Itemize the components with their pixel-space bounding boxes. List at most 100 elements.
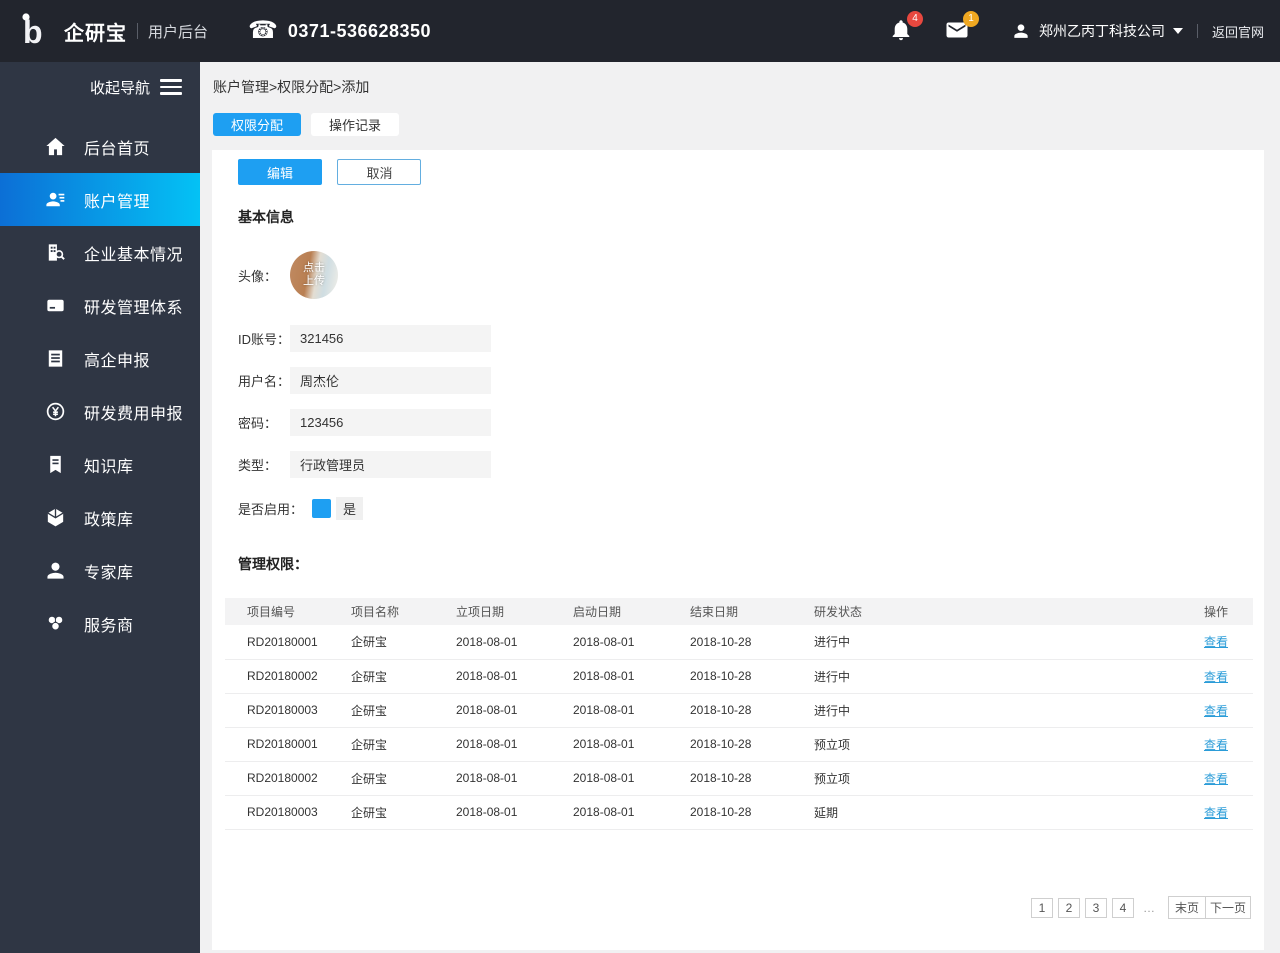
- basic-info-title: 基本信息: [238, 209, 294, 225]
- table-header-cell: 启动日期: [573, 598, 690, 625]
- sidebar-item-label: 后台首页: [84, 140, 151, 158]
- view-link[interactable]: 查看: [1204, 772, 1228, 786]
- table-cell: 2018-08-01: [456, 795, 573, 830]
- user-icon: [1014, 24, 1028, 38]
- table-cell: 2018-10-28: [690, 625, 814, 660]
- app-name: 企研宝: [64, 22, 127, 45]
- table-cell: 2018-10-28: [690, 761, 814, 796]
- table-cell: 企研宝: [351, 659, 456, 694]
- logo-area: b 企研宝 用户后台: [0, 10, 230, 52]
- sidebar: 收起导航 后台首页账户管理 企业基本情况研发管理体系 高企申报研发费用申报 知识库政策…: [0, 62, 200, 953]
- table-row: RD20180002 企研宝 2018-08-01 2018-08-01 2018-10…: [225, 659, 1253, 694]
- pagination-ellipsis: …: [1143, 900, 1156, 915]
- sidebar-item-label: 研发管理体系: [84, 299, 184, 317]
- app-root: b 企研宝 用户后台 ☎ 0371-536628350 4 1 郑州乙丙丁科技公…: [0, 0, 1280, 953]
- table-cell: 2018-10-28: [690, 727, 814, 762]
- sidebar-item-company[interactable]: 企业基本情况: [0, 226, 200, 279]
- sidebar-item-label: 专家库: [84, 564, 134, 582]
- declare-icon: [42, 346, 68, 372]
- table-cell: RD20180003: [225, 693, 351, 728]
- table-cell: 企研宝: [351, 625, 456, 660]
- page-button-1[interactable]: 1: [1031, 897, 1053, 918]
- sidebar-item-home[interactable]: 后台首页: [0, 120, 200, 173]
- table-cell-actions: 查看: [1193, 727, 1253, 762]
- enable-row: 是否启用： 是: [238, 496, 1264, 520]
- table-cell: 2018-08-01: [573, 693, 690, 728]
- table-header-cell: 结束日期: [690, 598, 814, 625]
- view-link[interactable]: 查看: [1204, 806, 1228, 820]
- service-icon: [42, 611, 68, 637]
- table-cell: 2018-08-01: [456, 625, 573, 660]
- table-row: RD20180003 企研宝 2018-08-01 2018-08-01 2018-10…: [225, 795, 1253, 830]
- password-field[interactable]: [290, 409, 491, 436]
- table-cell: RD20180001: [225, 625, 351, 660]
- table-cell: 进行中: [814, 693, 1193, 728]
- type-field[interactable]: [290, 451, 491, 478]
- page-button-3[interactable]: 3: [1085, 897, 1107, 918]
- expert-icon: [42, 558, 68, 584]
- cancel-button[interactable]: 取消: [337, 159, 422, 185]
- sidebar-item-fee[interactable]: 研发费用申报: [0, 385, 200, 438]
- username-label: 用户名：: [238, 374, 291, 389]
- table-cell: 2018-08-01: [456, 761, 573, 796]
- sidebar-item-service[interactable]: 服务商: [0, 597, 200, 650]
- avatar-row: 头像： 点击上传: [238, 251, 1264, 299]
- enable-value: 是: [336, 496, 364, 520]
- avatar-label: 头像：: [238, 268, 278, 284]
- table-cell: 进行中: [814, 659, 1193, 694]
- sidebar-item-rd-system[interactable]: 研发管理体系: [0, 279, 200, 332]
- username-field[interactable]: [290, 367, 491, 394]
- last-page-button[interactable]: 末页: [1168, 896, 1206, 919]
- table-cell: 预立项: [814, 727, 1193, 762]
- table-cell: RD20180002: [225, 659, 351, 694]
- permissions-title: 管理权限：: [238, 556, 308, 572]
- table-cell: 企研宝: [351, 761, 456, 796]
- table-cell: 2018-08-01: [456, 693, 573, 728]
- hamburger-icon: [160, 75, 182, 99]
- sidebar-item-expert[interactable]: 专家库: [0, 544, 200, 597]
- company-menu[interactable]: 郑州乙丙丁科技公司: [1011, 21, 1183, 41]
- sidebar-item-label: 高企申报: [84, 352, 151, 370]
- sidebar-item-knowledge[interactable]: 知识库: [0, 438, 200, 491]
- id-account-label: ID账号：: [238, 332, 291, 347]
- sidebar-item-policy[interactable]: 政策库: [0, 491, 200, 544]
- view-link[interactable]: 查看: [1204, 704, 1228, 718]
- page-button-4[interactable]: 4: [1112, 897, 1134, 918]
- sidebar-item-label: 政策库: [84, 511, 134, 529]
- tab-0[interactable]: 权限分配: [213, 113, 301, 136]
- enable-checkbox[interactable]: [312, 498, 331, 518]
- permissions-table: 项目编号 项目名称 立项日期 启动日期 结束日期 研发状态 操作 RD20180001 企研宝…: [225, 598, 1253, 830]
- back-to-site-link[interactable]: 返回官网: [1212, 22, 1264, 41]
- table-cell: 预立项: [814, 761, 1193, 796]
- portal-name: 用户后台: [148, 23, 209, 41]
- view-link[interactable]: 查看: [1204, 635, 1228, 649]
- next-page-button[interactable]: 下一页: [1205, 896, 1251, 919]
- table-cell: 进行中: [814, 625, 1193, 660]
- table-cell: 2018-08-01: [573, 727, 690, 762]
- edit-button[interactable]: 编辑: [238, 159, 322, 185]
- tab-1[interactable]: 操作记录: [311, 113, 399, 136]
- header-right: 4 1 郑州乙丙丁科技公司 返回官网: [859, 11, 1280, 44]
- table-row: RD20180001 企研宝 2018-08-01 2018-08-01 2018-10…: [225, 625, 1253, 660]
- sidebar-item-account[interactable]: 账户管理: [0, 173, 200, 226]
- table-cell: 2018-08-01: [573, 761, 690, 796]
- field-row-password: 密码：: [238, 409, 1264, 436]
- home-icon: [42, 134, 68, 160]
- table-cell-actions: 查看: [1193, 795, 1253, 830]
- collapse-nav-button[interactable]: 收起导航: [0, 62, 200, 112]
- sidebar-item-declare[interactable]: 高企申报: [0, 332, 200, 385]
- fee-icon: [42, 399, 68, 425]
- field-row-type: 类型：: [238, 451, 1264, 478]
- view-link[interactable]: 查看: [1204, 670, 1228, 684]
- table-cell-actions: 查看: [1193, 693, 1253, 728]
- notifications-button[interactable]: 4: [889, 11, 923, 44]
- table-header-cell: 操作: [1193, 598, 1253, 625]
- table-header-cell: 立项日期: [456, 598, 573, 625]
- messages-button[interactable]: 1: [945, 11, 979, 44]
- page-button-2[interactable]: 2: [1058, 897, 1080, 918]
- table-cell: 企研宝: [351, 795, 456, 830]
- avatar-upload[interactable]: 点击上传: [290, 251, 338, 299]
- view-link[interactable]: 查看: [1204, 738, 1228, 752]
- tab-bar: 权限分配 操作记录: [213, 113, 1280, 136]
- id-account-field[interactable]: [290, 325, 491, 352]
